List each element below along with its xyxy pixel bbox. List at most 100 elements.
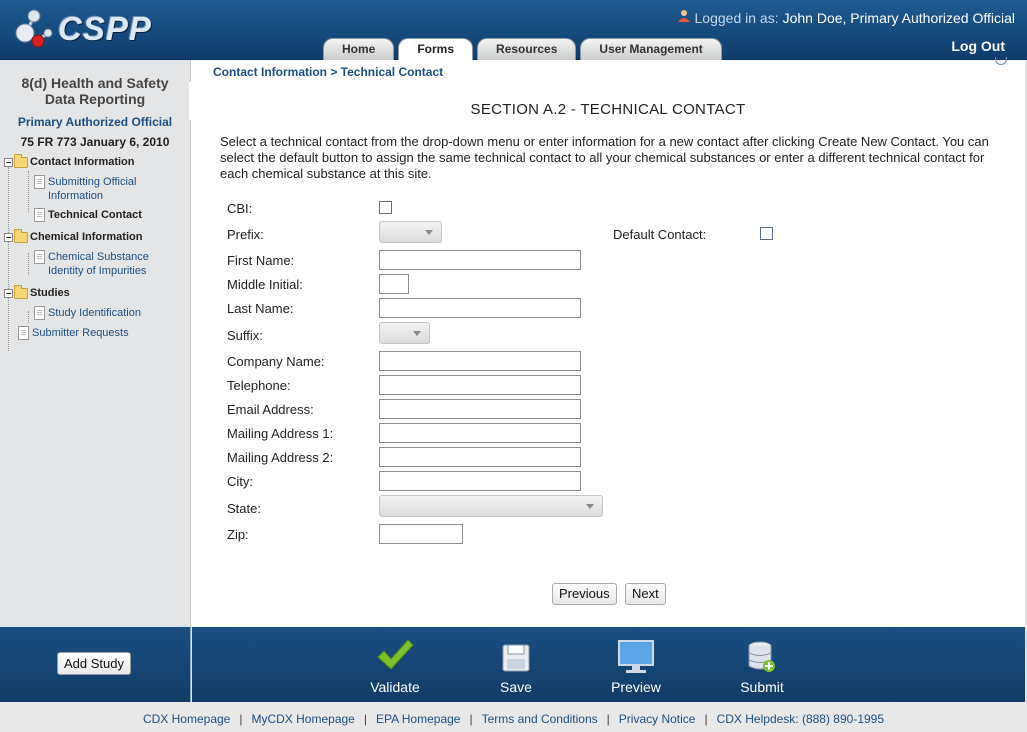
tree-item-label: Submitter Requests [32,327,129,339]
submit-button[interactable]: Submit [722,637,802,695]
sidebar-reference: 75 FR 773 January 6, 2010 [20,135,170,149]
first-name-label: First Name: [227,253,295,268]
tree-item-submitting-official[interactable]: Submitting Official Information [0,175,190,203]
tree-item-technical-contact[interactable]: Technical Contact [0,208,190,222]
bottom-left-panel: Add Study [0,627,191,702]
folder-icon [14,228,28,243]
state-label: State: [227,501,261,516]
submit-label: Submit [740,679,784,695]
logged-in-name: John Doe, Primary Authorized Official [782,9,1015,26]
preview-label: Preview [611,679,661,695]
tree-group-label: Studies [30,287,70,299]
prefix-select[interactable] [379,221,442,243]
action-bar: Validate Save Preview Submit [192,627,1025,702]
previous-button[interactable]: Previous [552,583,617,605]
city-input[interactable] [379,471,581,491]
main-tabs: Home Forms Resources User Management [323,38,722,61]
user-icon [677,9,691,26]
tree-item-chemical-substance[interactable]: Chemical Substance Identity of Impuritie… [0,250,190,278]
logo-text: CSPP [58,10,152,47]
email-label: Email Address: [227,402,314,417]
cspp-logo: CSPP [14,8,152,50]
footer-link-epa-homepage[interactable]: EPA Homepage [376,712,461,726]
section-title: SECTION A.2 - TECHNICAL CONTACT [470,101,746,118]
company-name-input[interactable] [379,351,581,371]
footer-link-cdx-homepage[interactable]: CDX Homepage [143,712,230,726]
footer-link-privacy[interactable]: Privacy Notice [619,712,696,726]
document-icon [18,326,29,340]
tab-home[interactable]: Home [323,38,395,60]
last-name-input[interactable] [379,298,581,318]
add-study-button[interactable]: Add Study [57,652,131,675]
email-input[interactable] [379,399,581,419]
main-content: Contact Information > Technical Contact … [191,57,1025,627]
mailing-address-1-label: Mailing Address 1: [227,426,334,441]
document-icon [34,175,45,189]
help-icon[interactable] [995,57,1007,65]
tree-item-label: Technical Contact [48,209,142,221]
footer-link-mycdx-homepage[interactable]: MyCDX Homepage [251,712,354,726]
navigation-tree: Contact Information Submitting Official … [0,153,190,351]
sidebar-title-line2: Data Reporting [44,91,146,107]
footer-link-terms[interactable]: Terms and Conditions [482,712,598,726]
tree-group-label: Contact Information [30,156,135,168]
tree-item-label: Submitting Official Information [48,176,137,202]
header: CSPP Logged in as: John Doe, Primary Aut… [0,0,1027,61]
telephone-input[interactable] [379,375,581,395]
cbi-label: CBI: [227,201,253,216]
validate-button[interactable]: Validate [355,637,435,695]
first-name-input[interactable] [379,250,581,270]
document-icon [34,250,45,264]
floppy-disk-icon [501,637,531,675]
tree-item-submitter-requests[interactable]: Submitter Requests [0,326,190,340]
suffix-label: Suffix: [227,328,263,343]
tab-forms[interactable]: Forms [398,38,474,61]
chevron-down-icon [413,331,421,336]
mailing-address-1-input[interactable] [379,423,581,443]
next-button[interactable]: Next [625,583,666,605]
tree-group-studies[interactable]: Studies [0,284,190,302]
preview-button[interactable]: Preview [596,637,676,695]
collapse-icon[interactable] [4,288,13,298]
validate-label: Validate [370,679,420,695]
tab-user-management[interactable]: User Management [580,38,722,60]
tree-item-label: Chemical Substance Identity of Impuritie… [48,251,149,277]
footer: CDX Homepage | MyCDX Homepage | EPA Homepage… [0,702,1027,732]
tree-item-label: Study Identification [48,307,141,319]
tree-group-contact-information[interactable]: Contact Information [0,153,190,171]
sidebar-role: Primary Authorized Official [17,115,173,129]
footer-link-helpdesk[interactable]: CDX Helpdesk: (888) 890-1995 [717,712,884,726]
document-icon [34,208,45,222]
zip-label: Zip: [227,527,249,542]
company-name-label: Company Name: [227,354,325,369]
save-button[interactable]: Save [476,637,556,695]
sidebar-title: 8(d) Health and Safety Data Reporting [0,75,190,107]
default-contact-checkbox[interactable] [760,227,773,240]
mailing-address-2-input[interactable] [379,447,581,467]
cspp-app: CSPP Logged in as: John Doe, Primary Aut… [0,0,1027,732]
last-name-label: Last Name: [227,301,294,316]
logged-in-prefix: Logged in as: [694,9,779,26]
logout-link[interactable]: Log Out [951,38,1005,54]
collapse-icon[interactable] [4,232,13,242]
monitor-icon [616,637,656,675]
tab-resources[interactable]: Resources [477,38,577,60]
state-select[interactable] [379,495,603,517]
logged-in-user: Logged in as: John Doe, Primary Authoriz… [677,9,1015,26]
tree-group-chemical-information[interactable]: Chemical Information [0,228,190,246]
zip-input[interactable] [379,524,463,544]
sidebar: 8(d) Health and Safety Data Reporting Pr… [0,60,191,627]
sidebar-title-line1: 8(d) Health and Safety [21,75,169,91]
folder-icon [14,284,28,299]
chevron-down-icon [586,504,594,509]
breadcrumb[interactable]: Contact Information > Technical Contact [213,65,443,79]
middle-initial-label: Middle Initial: [227,277,303,292]
cbi-checkbox[interactable] [379,201,392,214]
tree-item-study-identification[interactable]: Study Identification [0,306,190,320]
chevron-down-icon [425,230,433,235]
middle-initial-input[interactable] [379,274,409,294]
collapse-icon[interactable] [4,157,13,167]
suffix-select[interactable] [379,322,430,344]
city-label: City: [227,474,253,489]
instructions-text: Select a technical contact from the drop… [220,134,989,181]
